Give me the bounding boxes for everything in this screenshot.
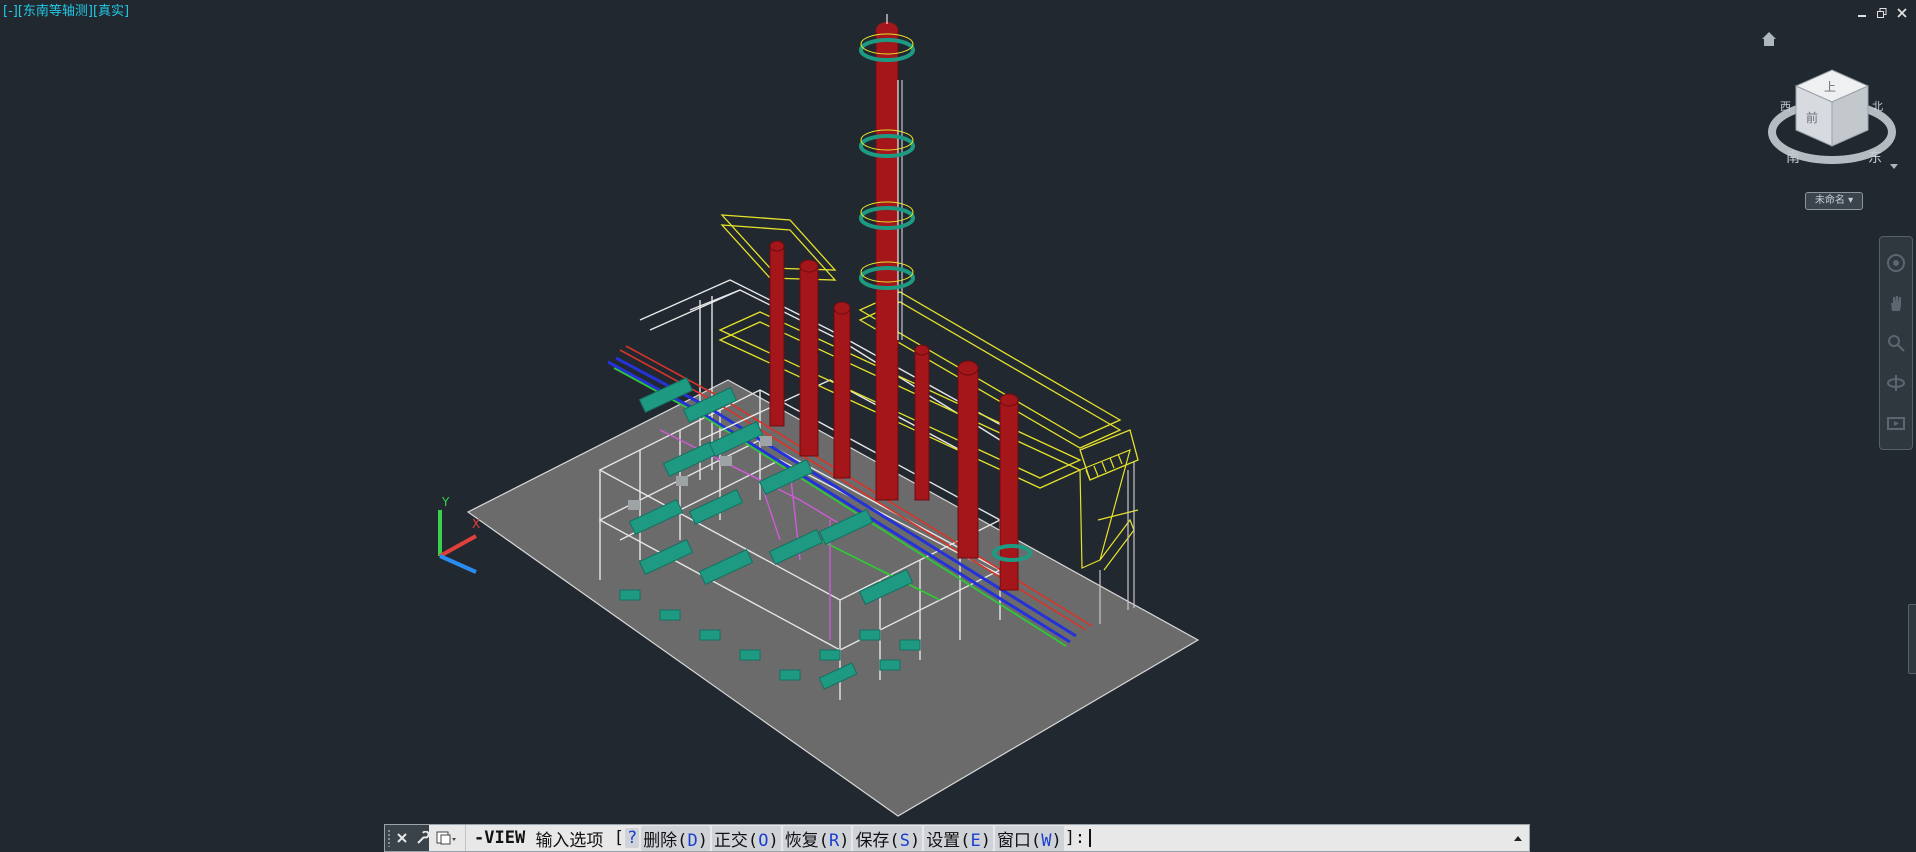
compass-north: 北 (1872, 100, 1883, 113)
yellow-stairs (1079, 448, 1135, 571)
option-list-views[interactable]: ? (624, 828, 640, 848)
command-prompt[interactable]: -VIEW 输入选项 [ ? 删除(D) 正交(O) 恢复(R) 保存(S) 设… (466, 825, 1507, 851)
command-prompt-text: 输入选项 (535, 830, 604, 851)
option-orthographic[interactable]: 正交(O) (711, 825, 781, 851)
option-save[interactable]: 保存(S) (853, 825, 923, 851)
model-viewport[interactable]: [-][东南等轴测][真实] Y X 上 前 北 西 南 东 未命名 ▾ (0, 0, 1916, 852)
home-icon[interactable] (1760, 30, 1778, 48)
ucs-icon: Y X (438, 495, 480, 574)
right-edge-scroll-handle[interactable] (1908, 604, 1916, 674)
command-history-toggle[interactable] (1507, 825, 1529, 851)
showmotion-icon[interactable] (1886, 413, 1906, 433)
option-settings[interactable]: 设置(E) (924, 825, 993, 851)
steering-wheel-icon[interactable] (1886, 253, 1906, 273)
ucs-y-label: Y (441, 495, 450, 509)
viewcube-menu-icon (1890, 164, 1898, 169)
option-delete[interactable]: 删除(D) (641, 825, 710, 851)
zoom-extents-icon[interactable] (1886, 333, 1906, 353)
compass-south: 南 (1786, 150, 1800, 166)
compass-west: 西 (1780, 100, 1791, 113)
viewcube-top-label: 上 (1824, 80, 1836, 94)
command-line: -VIEW 输入选项 [ ? 删除(D) 正交(O) 恢复(R) 保存(S) 设… (384, 824, 1530, 852)
distillation-column (875, 14, 903, 501)
command-line-grip[interactable] (385, 825, 429, 851)
chevron-up-icon (1514, 836, 1522, 841)
options-open-bracket: [ (613, 828, 624, 848)
compass-east: 东 (1868, 150, 1882, 166)
wcs-label: 未命名 (1814, 195, 1845, 206)
grip-handle[interactable] (387, 829, 390, 847)
3d-plant-model[interactable]: Y X (0, 0, 1916, 852)
option-restore[interactable]: 恢复(R) (782, 825, 852, 851)
orbit-icon[interactable] (1886, 373, 1906, 393)
navigation-bar (1879, 236, 1913, 450)
options-suffix: ]: (1064, 828, 1086, 848)
pan-hand-icon[interactable] (1886, 293, 1906, 313)
option-window[interactable]: 窗口(W) (994, 825, 1064, 851)
viewcube-front-label: 前 (1806, 110, 1818, 125)
command-name: -VIEW (474, 828, 526, 848)
recent-commands-icon (436, 831, 456, 845)
recent-commands-button[interactable] (429, 825, 466, 851)
ucs-x-label: X (472, 517, 480, 531)
wcs-menu[interactable]: 未命名 ▾ (1805, 192, 1863, 210)
close-command-line-icon[interactable] (396, 829, 409, 847)
text-cursor (1089, 829, 1092, 847)
ground-slab (466, 379, 1200, 817)
viewcube[interactable]: 上 前 北 西 南 东 (1760, 60, 1900, 180)
customize-wrench-icon[interactable] (415, 829, 429, 847)
